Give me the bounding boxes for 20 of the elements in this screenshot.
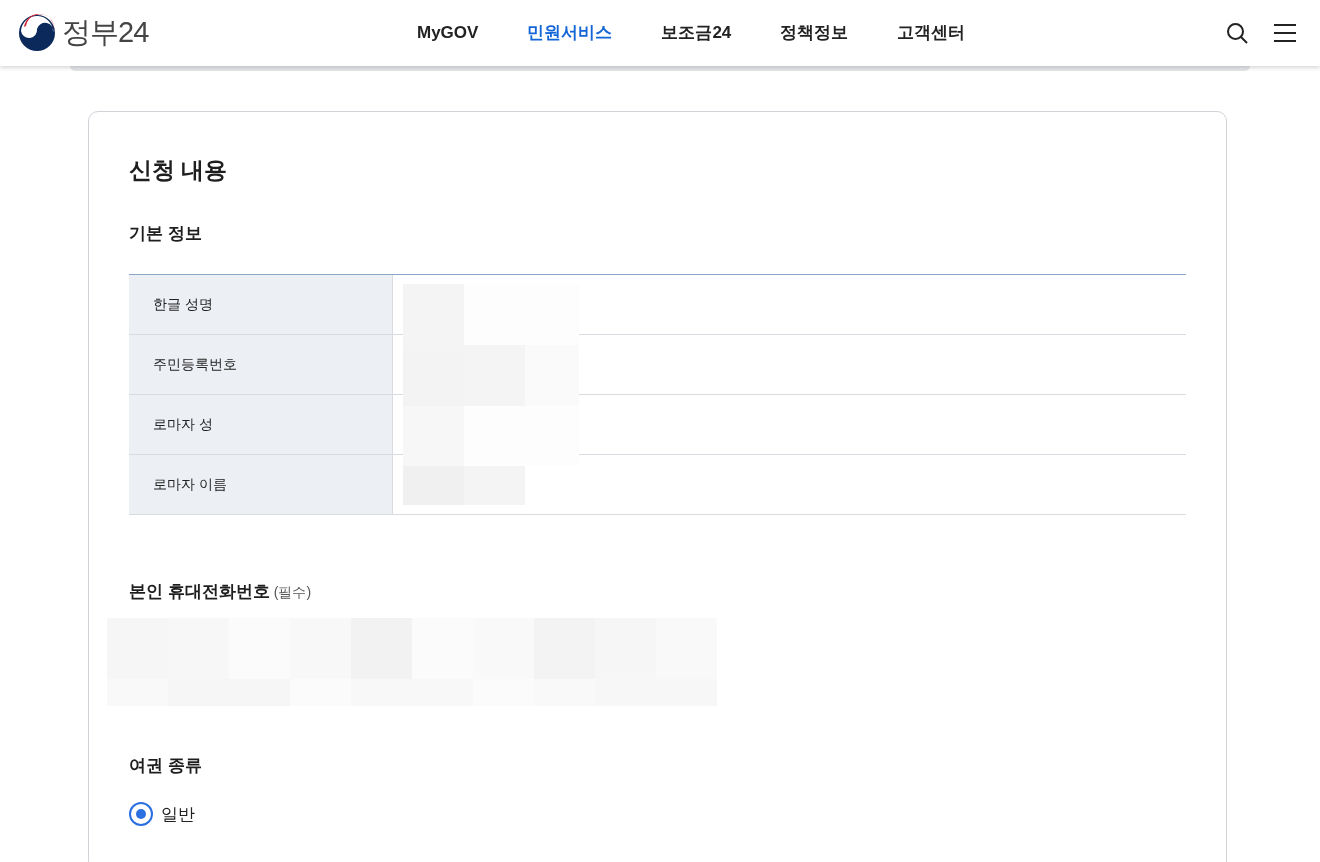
logo-text[interactable]: 정부24 [62,11,149,55]
field-label: 여권 종류 [129,754,203,777]
row-label: 로마자 이름 [153,475,227,494]
nav-link[interactable]: 고객센터 [897,20,966,46]
required-note: (필수) [273,583,312,602]
radio-label[interactable]: 일반 [161,801,195,827]
nav-link[interactable]: MyGOV [417,20,479,46]
search-icon[interactable] [1226,22,1248,44]
radio-button[interactable] [129,802,153,827]
menu-icon[interactable] [1274,24,1296,42]
row-label: 한글 성명 [153,295,213,314]
nav-link[interactable]: 보조금24 [661,20,732,46]
row-label: 주민등록번호 [153,355,237,374]
section-title: 신청 내용 [129,156,229,185]
logo-emblem-icon[interactable] [18,14,56,52]
subsection-heading: 기본 정보 [129,223,203,245]
nav-link[interactable]: 정책정보 [780,20,849,46]
row-label: 로마자 성 [153,415,213,434]
field-label: 본인 휴대전화번호 [129,581,270,603]
nav-link[interactable]: 민원서비스 [527,20,613,46]
